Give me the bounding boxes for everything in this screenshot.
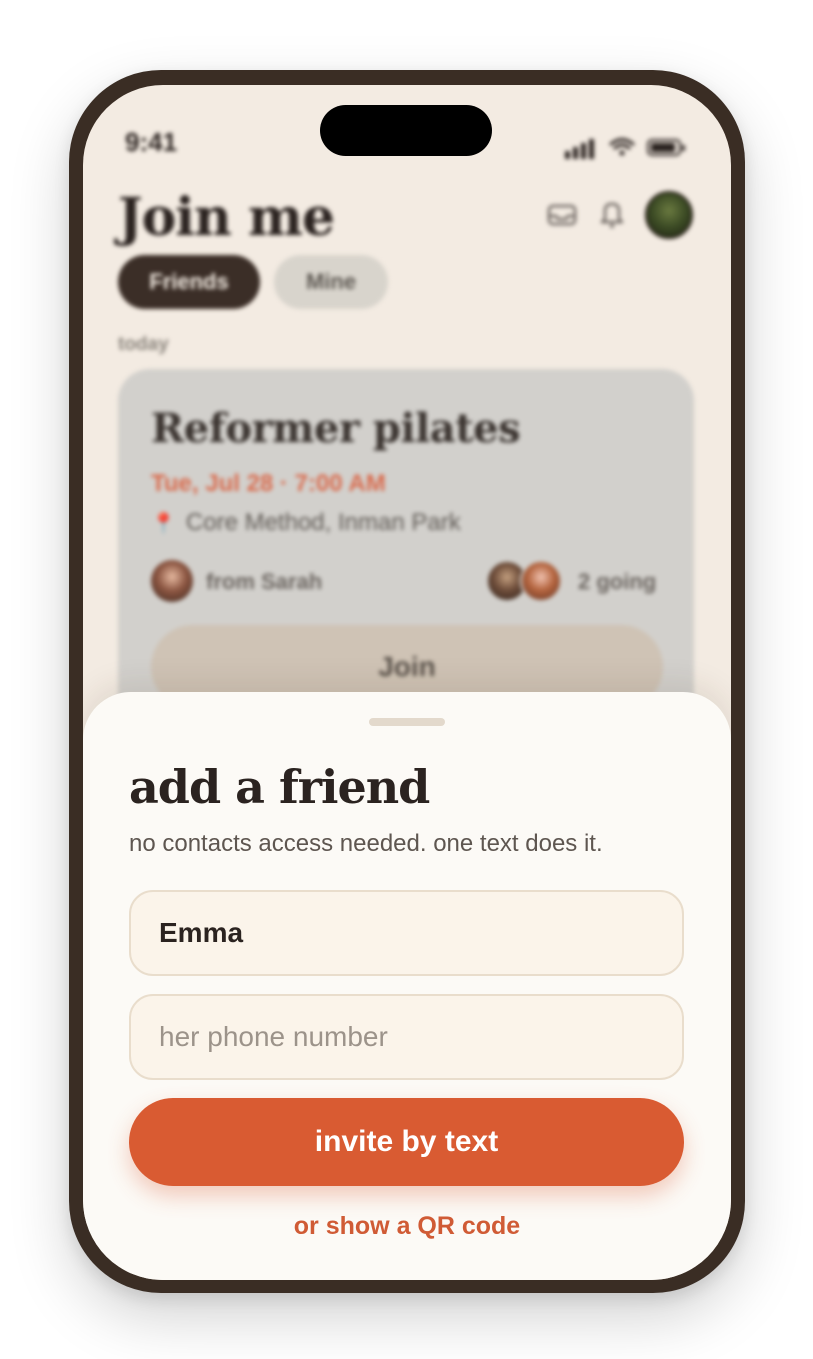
map-pin-icon: 📍 — [151, 512, 176, 535]
going-avatars — [486, 560, 566, 602]
cellular-signal-icon — [565, 139, 594, 159]
phone-frame: 9:41 Join me Friends Mine today Reformer… — [69, 70, 745, 1293]
friend-name-field[interactable] — [129, 890, 684, 976]
event-title: Reformer pilates — [151, 405, 521, 452]
attendee-avatar — [520, 560, 562, 602]
invite-by-text-button[interactable]: invite by text — [129, 1098, 684, 1186]
event-card[interactable]: Reformer pilates Tue, Jul 28 · 7:00 AM 📍… — [118, 369, 694, 729]
show-qr-code-link[interactable]: or show a QR code — [83, 1212, 731, 1241]
phone-screen: 9:41 Join me Friends Mine today Reformer… — [83, 85, 731, 1280]
event-location: 📍 Core Method, Inman Park — [151, 509, 461, 537]
status-time: 9:41 — [125, 127, 178, 157]
host-avatar — [151, 560, 193, 602]
add-friend-sheet: add a friend no contacts access needed. … — [83, 692, 731, 1280]
tab-mine[interactable]: Mine — [274, 255, 388, 309]
sheet-grabber[interactable] — [369, 718, 445, 726]
mail-icon[interactable] — [547, 203, 577, 227]
event-location-text: Core Method, Inman Park — [185, 509, 461, 536]
phone-number-field[interactable] — [129, 994, 684, 1080]
wifi-icon — [609, 138, 635, 156]
section-label-today: today — [118, 334, 169, 355]
event-datetime: Tue, Jul 28 · 7:00 AM — [151, 470, 386, 497]
sheet-title: add a friend — [129, 760, 430, 814]
bell-icon[interactable] — [599, 199, 625, 229]
sheet-subtitle: no contacts access needed. one text does… — [129, 830, 603, 857]
status-icons — [565, 137, 687, 159]
dynamic-island — [320, 105, 492, 156]
host-label: from Sarah — [206, 569, 323, 594]
going-count: 2 going — [578, 569, 657, 594]
user-avatar[interactable] — [645, 191, 693, 239]
battery-icon — [647, 139, 685, 156]
tab-friends[interactable]: Friends — [118, 255, 260, 309]
page-title: Join me — [118, 187, 335, 248]
feed-tabs: Friends Mine — [118, 255, 388, 309]
